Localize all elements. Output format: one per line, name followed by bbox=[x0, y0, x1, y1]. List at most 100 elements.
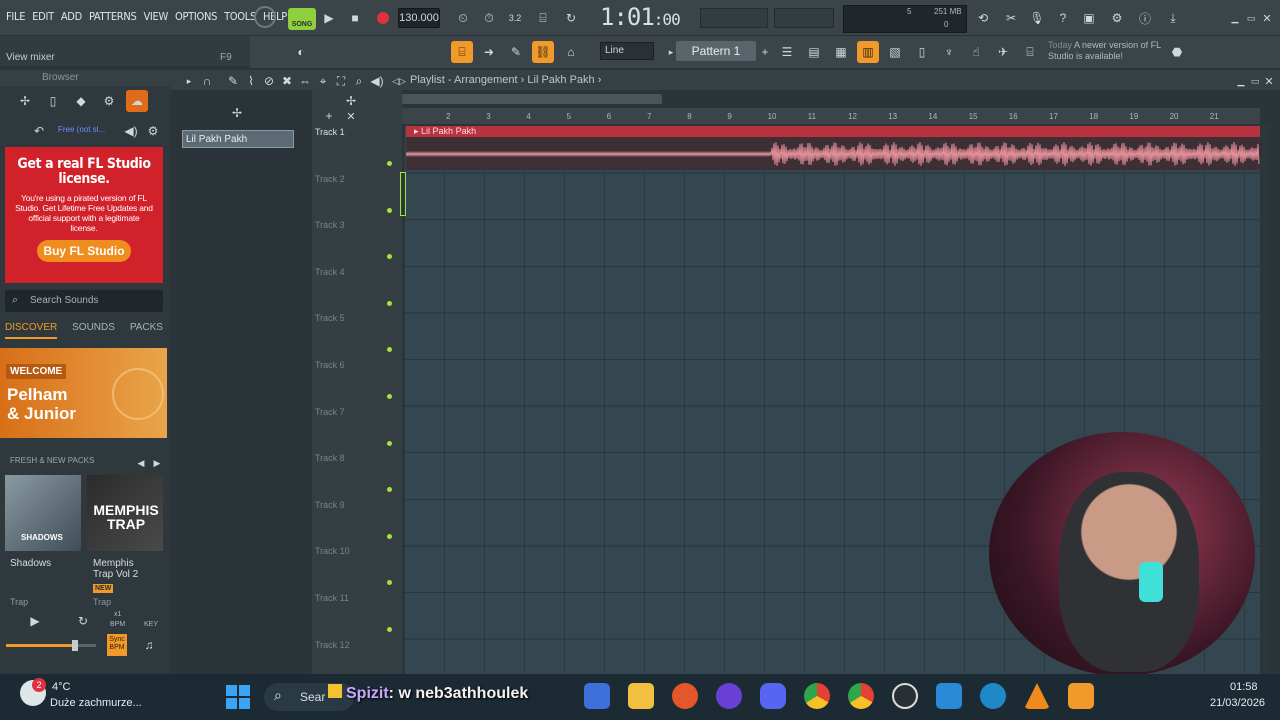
close-icon[interactable]: ✕ bbox=[1256, 7, 1278, 29]
edge-icon[interactable] bbox=[980, 683, 1006, 709]
free-label[interactable]: Free (not sl... bbox=[58, 125, 105, 134]
save-icon[interactable]: ▣ bbox=[1078, 7, 1100, 29]
pack-cover-memphis[interactable]: MEMPHIS TRAP bbox=[87, 475, 163, 551]
folder-icon[interactable]: ▯ bbox=[42, 90, 64, 112]
crosshair-icon[interactable]: ✢ bbox=[340, 90, 362, 112]
breadcrumb-pattern[interactable]: Lil Pakh Pakh bbox=[527, 74, 594, 86]
settings-icon[interactable]: ⚙ bbox=[98, 90, 120, 112]
loop-icon[interactable]: ↻ bbox=[72, 610, 94, 632]
piano-roll-icon[interactable]: ▥ bbox=[857, 41, 879, 63]
file-explorer-icon[interactable] bbox=[628, 683, 654, 709]
track-label[interactable]: Track 7 bbox=[315, 407, 345, 417]
pattern-selector[interactable]: Pattern 1 bbox=[676, 41, 756, 61]
help-icon[interactable]: ? bbox=[1052, 7, 1074, 29]
master-volume-knob[interactable] bbox=[254, 6, 276, 28]
track-label[interactable]: Track 9 bbox=[315, 500, 345, 510]
paint-app-icon[interactable] bbox=[936, 683, 962, 709]
breadcrumb-playlist[interactable]: Playlist - Arrangement bbox=[410, 74, 518, 86]
plugin-picker-icon[interactable]: ♆ bbox=[938, 41, 960, 63]
vertical-scrollbar[interactable] bbox=[1262, 124, 1270, 672]
preview-play-icon[interactable]: ▶ bbox=[24, 610, 46, 632]
cart-icon[interactable]: ⌸ bbox=[1019, 41, 1041, 63]
channel-rack-icon[interactable]: ▤ bbox=[803, 41, 825, 63]
windows-start-icon[interactable] bbox=[226, 685, 250, 709]
chrome-profile-icon[interactable] bbox=[848, 683, 874, 709]
track-label[interactable]: Track 8 bbox=[315, 453, 345, 463]
pack-cover-shadows[interactable]: SHADOWS bbox=[5, 475, 81, 551]
store-icon[interactable] bbox=[584, 683, 610, 709]
track-mute-led[interactable] bbox=[387, 394, 392, 399]
track-label[interactable]: Track 3 bbox=[315, 220, 345, 230]
fl-logo-icon[interactable]: ⬣ bbox=[1166, 41, 1188, 63]
download-icon[interactable]: ⤓ bbox=[1162, 7, 1184, 29]
discord-icon[interactable] bbox=[760, 683, 786, 709]
plugin-icon[interactable]: ⚙ bbox=[1106, 7, 1128, 29]
tag-icon[interactable]: ◆ bbox=[70, 90, 92, 112]
loop-record-icon[interactable]: ↻ bbox=[560, 7, 582, 29]
track-label[interactable]: Track 6 bbox=[315, 360, 345, 370]
track-mute-led[interactable] bbox=[387, 300, 392, 306]
speaker-icon[interactable]: ◀) bbox=[120, 120, 142, 142]
track-mute-led[interactable] bbox=[387, 627, 392, 632]
collapse-icon[interactable]: ✢ bbox=[14, 90, 36, 112]
cloud-icon[interactable]: ☁ bbox=[126, 90, 148, 112]
metronome-icon[interactable]: ⏲ bbox=[452, 7, 474, 29]
record-button[interactable] bbox=[372, 7, 394, 29]
chrome-icon[interactable] bbox=[804, 683, 830, 709]
menu-patterns[interactable]: PATTERNS bbox=[89, 10, 137, 23]
master-pitch-slider[interactable] bbox=[700, 8, 768, 28]
packs-next-icon[interactable]: ▶ bbox=[146, 452, 168, 474]
step-edit-icon[interactable]: ⌸ bbox=[532, 7, 554, 29]
track-label[interactable]: Track 4 bbox=[315, 267, 345, 277]
gear-icon[interactable]: ⚙ bbox=[142, 120, 164, 142]
stamp-icon[interactable]: ⌂ bbox=[560, 41, 582, 63]
track-label[interactable]: Track 1 bbox=[315, 127, 345, 137]
menu-view[interactable]: VIEW bbox=[143, 10, 168, 23]
tempo-tap-icon[interactable]: ✈ bbox=[992, 41, 1014, 63]
link-icon[interactable]: ⛓ bbox=[532, 41, 554, 63]
main-pitch-knob[interactable]: ◐ bbox=[290, 41, 312, 63]
add-track-icon[interactable]: + bbox=[318, 105, 340, 127]
sync-bpm-button[interactable]: Sync BPM bbox=[107, 634, 127, 656]
playlist-icon[interactable]: ☰ bbox=[776, 41, 798, 63]
play-button[interactable]: ▶ bbox=[318, 7, 340, 29]
track-label[interactable]: Track 10 bbox=[315, 546, 350, 556]
menu-file[interactable]: FILE bbox=[6, 10, 25, 23]
tab-discover[interactable]: DISCOVER bbox=[5, 322, 58, 339]
clip-header[interactable]: ▸ Lil Pakh Pakh bbox=[406, 126, 1260, 137]
pattern-picker-item[interactable]: Lil Pakh Pakh bbox=[182, 130, 294, 148]
back-icon[interactable]: ↶ bbox=[28, 120, 50, 142]
obs-icon[interactable] bbox=[892, 683, 918, 709]
snap-select[interactable]: Line bbox=[600, 42, 654, 60]
track-mute-led[interactable] bbox=[387, 207, 392, 213]
brave-icon[interactable] bbox=[672, 683, 698, 709]
track-mute-led[interactable] bbox=[387, 533, 392, 539]
tab-sounds[interactable]: SOUNDS bbox=[72, 322, 115, 339]
undo-icon[interactable]: ⟲ bbox=[972, 7, 994, 29]
fl-studio-icon[interactable] bbox=[1068, 683, 1094, 709]
breadcrumb-arrow-icon[interactable]: ◁▷ bbox=[388, 70, 410, 92]
track-label[interactable]: Track 12 bbox=[315, 640, 350, 650]
template-icon[interactable]: ▯ bbox=[911, 41, 933, 63]
volume-thumb[interactable] bbox=[72, 640, 78, 651]
update-notification[interactable]: Today A newer version of FL Studio is av… bbox=[1048, 40, 1168, 62]
track-mute-led[interactable] bbox=[387, 440, 392, 446]
playlist-close-icon[interactable]: ✕ bbox=[1258, 70, 1280, 92]
countdown-icon[interactable]: 3.2 bbox=[504, 7, 526, 29]
piano-roll-snap-icon[interactable]: ⌸ bbox=[451, 41, 473, 63]
picker-toggle-icon[interactable]: ✢ bbox=[226, 102, 248, 124]
preview-volume-slider[interactable] bbox=[6, 640, 96, 651]
info-icon[interactable]: ⓘ bbox=[1134, 7, 1156, 29]
menu-options[interactable]: OPTIONS bbox=[175, 10, 217, 23]
menu-add[interactable]: ADD bbox=[61, 10, 82, 23]
wait-input-icon[interactable]: ⏱ bbox=[478, 7, 500, 29]
track-label[interactable]: Track 11 bbox=[315, 593, 349, 603]
magnet-icon[interactable]: ∩ bbox=[196, 70, 218, 92]
horizontal-scrollbar[interactable] bbox=[402, 94, 662, 104]
stop-button[interactable]: ■ bbox=[344, 7, 366, 29]
cortana-icon[interactable] bbox=[716, 683, 742, 709]
paint-icon[interactable]: ✎ bbox=[505, 41, 527, 63]
track-mute-led[interactable] bbox=[387, 161, 392, 166]
add-pattern-icon[interactable]: + bbox=[754, 41, 776, 63]
track-label[interactable]: Track 5 bbox=[315, 313, 345, 323]
